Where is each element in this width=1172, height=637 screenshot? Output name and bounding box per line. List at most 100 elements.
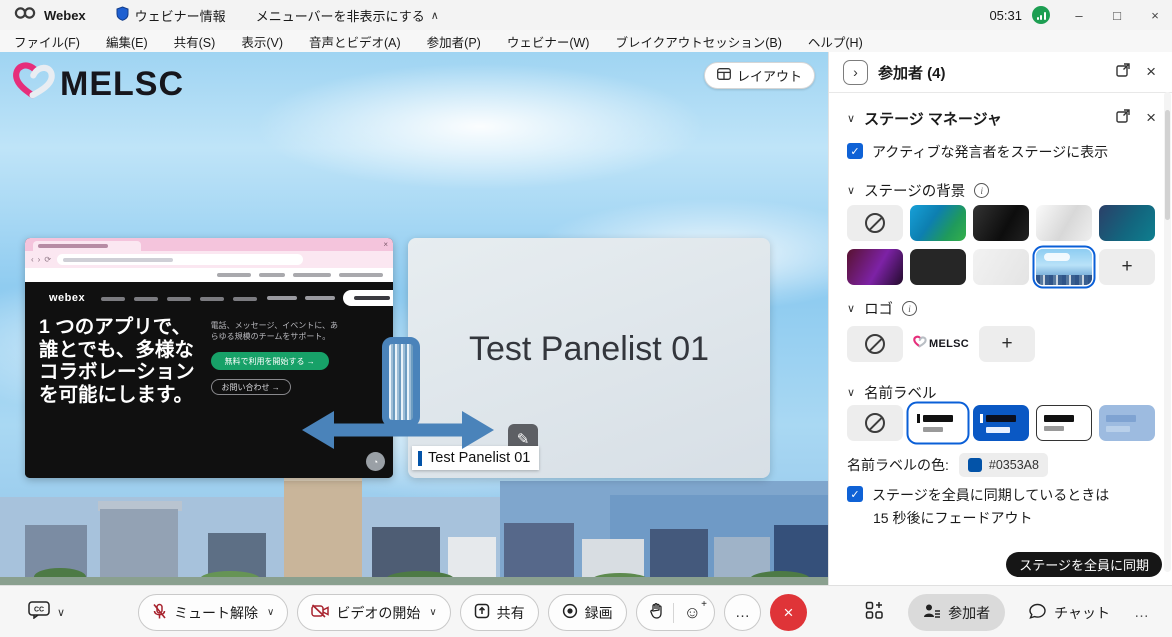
fade-out-checkbox-row[interactable]: ✓ ステージを全員に同期しているときは — [847, 485, 1109, 505]
logo-melsc-option-selected[interactable]: MELSC — [910, 322, 972, 366]
more-options-button[interactable]: … — [724, 594, 761, 631]
browser-forward-icon: › — [38, 255, 41, 264]
apps-icon[interactable] — [865, 601, 884, 625]
close-stage-manager-icon[interactable]: × — [1146, 108, 1156, 128]
background-teal-option[interactable] — [1099, 205, 1155, 241]
logo-none-option[interactable] — [847, 326, 903, 362]
active-speaker-checkbox-row[interactable]: ✓ アクティブな発言者をステージに表示 — [847, 142, 1108, 162]
start-video-button[interactable]: ビデオの開始 ∨ — [297, 594, 450, 631]
chat-tab-button[interactable]: チャット — [1029, 603, 1110, 623]
melsc-heart-icon — [12, 60, 56, 109]
popout-stage-manager-icon[interactable] — [1116, 109, 1130, 128]
stage-manager-title: ステージ マネージャ — [864, 108, 1002, 129]
raise-hand-icon[interactable] — [650, 603, 663, 622]
unmute-button[interactable]: ミュート解除 ∨ — [138, 594, 288, 631]
maximize-button[interactable]: □ — [1100, 0, 1134, 30]
prohibition-icon — [865, 413, 885, 433]
popout-panel-icon[interactable] — [1116, 63, 1130, 82]
add-background-button[interactable]: + — [1099, 249, 1155, 285]
menu-webinar[interactable]: ウェビナー(W) — [507, 32, 590, 51]
browser-tab-strip: × — [25, 238, 393, 251]
chevron-down-icon[interactable]: ∨ — [847, 386, 855, 399]
menu-breakout[interactable]: ブレイクアウトセッション(B) — [615, 32, 781, 51]
captions-button[interactable]: CC ∨ — [28, 594, 65, 630]
menu-file[interactable]: ファイル(F) — [14, 32, 80, 51]
info-icon[interactable]: i — [974, 183, 989, 198]
minimize-button[interactable]: – — [1062, 0, 1096, 30]
browser-utility-strip — [25, 268, 393, 282]
chevron-down-icon: ∨ — [267, 607, 274, 618]
add-logo-button[interactable]: + — [979, 326, 1035, 362]
background-blue-green-option[interactable] — [910, 205, 966, 241]
checkbox-checked-icon[interactable]: ✓ — [847, 143, 863, 159]
browser-back-icon: ‹ — [31, 255, 34, 264]
close-window-button[interactable]: × — [1138, 0, 1172, 30]
layout-button[interactable]: レイアウト — [704, 62, 815, 89]
menu-help[interactable]: ヘルプ(H) — [808, 32, 863, 51]
divider — [673, 603, 674, 623]
panel-divider — [829, 92, 1172, 93]
more-panels-button[interactable]: … — [1134, 604, 1150, 621]
background-dark-gray-option[interactable] — [910, 249, 966, 285]
chevron-up-icon: ∧ — [431, 9, 439, 22]
name-label-style-1-selected[interactable] — [910, 405, 966, 441]
record-button[interactable]: 録画 — [548, 594, 627, 631]
stage-brand-logo: MELSC — [12, 60, 184, 109]
prohibition-icon — [865, 213, 885, 233]
name-label-none-option[interactable] — [847, 405, 903, 441]
shield-icon — [116, 6, 129, 24]
menu-edit[interactable]: 編集(E) — [106, 32, 148, 51]
microphone-muted-icon — [152, 603, 167, 623]
site-primary-cta: 無料で利用を開始する → — [211, 352, 329, 370]
menu-audio-video[interactable]: 音声とビデオ(A) — [309, 32, 401, 51]
webex-logo-icon — [14, 6, 36, 25]
name-label-color-picker[interactable]: #0353A8 — [959, 453, 1048, 477]
background-city-option-selected[interactable] — [1036, 249, 1092, 285]
panel-scrollbar[interactable] — [1164, 92, 1171, 572]
name-label-style-row — [847, 405, 1155, 441]
share-screen-icon — [474, 603, 490, 622]
city-skyline-background — [0, 467, 828, 585]
site-nav-link — [305, 296, 335, 300]
background-light-gray-option[interactable] — [973, 249, 1029, 285]
collapse-panel-button[interactable]: › — [843, 60, 868, 85]
chevron-down-icon[interactable]: ∨ — [847, 112, 855, 125]
menu-participants[interactable]: 参加者(P) — [427, 32, 481, 51]
resize-arrow-indicator — [298, 407, 498, 458]
menu-share[interactable]: 共有(S) — [174, 32, 216, 51]
checkbox-checked-icon[interactable]: ✓ — [847, 486, 863, 502]
sync-stage-button[interactable]: ステージを全員に同期 — [1006, 552, 1162, 577]
chevron-down-icon[interactable]: ∨ — [847, 302, 855, 315]
participants-tab-button[interactable]: 参加者 — [908, 594, 1005, 631]
fade-out-line2: 15 秒後にフェードアウト — [873, 508, 1032, 528]
prohibition-icon — [865, 334, 885, 354]
meeting-time: 05:31 — [989, 8, 1022, 23]
share-button[interactable]: 共有 — [460, 594, 539, 631]
name-label-style-3[interactable] — [1036, 405, 1092, 441]
close-panel-icon[interactable]: × — [1146, 62, 1156, 82]
app-title: Webex — [44, 8, 86, 23]
reactions-smiley-icon[interactable]: ☺ + — [684, 604, 701, 621]
background-purple-option[interactable] — [847, 249, 903, 285]
name-label-style-2[interactable] — [973, 405, 1029, 441]
leave-meeting-button[interactable]: × — [770, 594, 807, 631]
hide-menubar-button[interactable]: メニューバーを非表示にする ∧ — [256, 6, 439, 25]
browser-address-bar: ‹ › ⟳ — [25, 251, 393, 268]
webinar-info-button[interactable]: ウェビナー情報 — [116, 6, 226, 25]
svg-text:CC: CC — [34, 606, 44, 613]
participants-panel: › 参加者 (4) × ∨ ステージ マネージャ × ✓ アクティブな発言者をス… — [828, 52, 1172, 585]
layout-icon — [717, 68, 731, 83]
color-swatch — [968, 458, 982, 472]
background-black-option[interactable] — [973, 205, 1029, 241]
connection-signal-icon — [1032, 6, 1050, 24]
participants-icon — [923, 603, 940, 622]
chevron-down-icon[interactable]: ∨ — [847, 184, 855, 197]
menu-view[interactable]: 表示(V) — [241, 32, 283, 51]
background-none-option[interactable] — [847, 205, 903, 241]
browser-tab — [33, 241, 141, 251]
info-icon[interactable]: i — [902, 301, 917, 316]
site-secondary-cta: お問い合わせ → — [211, 379, 291, 395]
name-label-style-4[interactable] — [1099, 405, 1155, 441]
background-white-option[interactable] — [1036, 205, 1092, 241]
site-nav-link — [267, 296, 297, 300]
